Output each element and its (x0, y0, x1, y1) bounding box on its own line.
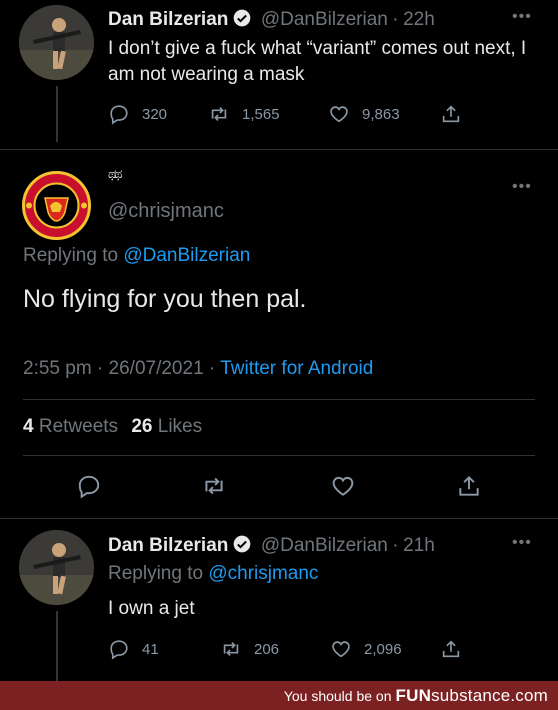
retweet-count: 1,565 (242, 105, 280, 123)
share-button[interactable] (440, 103, 462, 125)
replying-to-link[interactable]: @DanBilzerian (123, 245, 250, 266)
reply-icon (110, 105, 128, 125)
handle[interactable]: @DanBilzerian (261, 9, 388, 30)
verified-icon (234, 9, 251, 27)
tweet2-actions (0, 474, 558, 502)
replying-prefix: Replying to (23, 245, 119, 266)
retweet-button[interactable]: 1,565 (208, 103, 280, 125)
divider (0, 149, 558, 150)
like-icon (332, 641, 350, 658)
source-link[interactable]: Twitter for Android (220, 358, 373, 379)
share-icon (442, 640, 460, 658)
thread-line (56, 86, 58, 142)
retweet-button[interactable]: 206 (220, 638, 279, 660)
reply-count: 320 (142, 105, 168, 123)
avatar-dan-bilzerian[interactable] (19, 530, 94, 605)
separator: · (392, 535, 399, 556)
like-button[interactable]: 2,096 (330, 638, 402, 660)
reply-button[interactable]: 320 (108, 103, 167, 125)
like-icon (330, 106, 348, 123)
retweets-label[interactable]: Retweets (39, 416, 118, 437)
brand-tld: .com (510, 685, 548, 705)
crest-logo (22, 171, 91, 240)
reply-icon (78, 475, 100, 499)
like-count: 9,863 (362, 105, 400, 123)
tweet-time[interactable]: 22h (403, 9, 435, 30)
divider (23, 399, 535, 400)
reply-button[interactable]: 41 (108, 638, 159, 660)
replying-prefix: Replying to (108, 563, 204, 584)
avatar-chrisjmanc[interactable] (19, 168, 94, 243)
share-button[interactable] (440, 638, 462, 660)
more-icon[interactable]: ••• (512, 534, 532, 552)
tweet1-header: Dan Bilzerian @DanBilzerian · 22h (108, 8, 435, 31)
verified-icon (234, 535, 251, 553)
tweet-timestamp: 2:55 pm · 26/07/2021 · Twitter for Andro… (23, 358, 373, 380)
separator: · (392, 9, 399, 30)
tweet-time[interactable]: 21h (403, 535, 435, 556)
divider (23, 455, 535, 456)
like-icon (332, 476, 354, 496)
tweet3-header: Dan Bilzerian @DanBilzerian · 21h (108, 534, 435, 557)
thread-line (56, 611, 58, 681)
tweet-text: No flying for you then pal. (23, 285, 307, 313)
like-count: 2,096 (364, 640, 402, 658)
display-name[interactable]: Dan Bilzerian (108, 9, 228, 30)
share-button[interactable] (456, 473, 482, 503)
retweet-icon (223, 641, 239, 657)
tweet-text: I don’t give a fuck what “variant” comes… (108, 38, 527, 85)
brand-bold: FUN (395, 685, 432, 705)
handle[interactable]: @DanBilzerian (261, 535, 388, 556)
replying-to: Replying to @DanBilzerian (23, 245, 250, 267)
reply-button[interactable] (76, 473, 102, 503)
tweet1-actions: 320 1,565 9,863 (108, 101, 468, 127)
reply-icon (110, 640, 128, 660)
avatar-image (19, 530, 94, 605)
share-icon (459, 475, 479, 496)
brand-rest: substance (431, 685, 511, 705)
timestamp[interactable]: 2:55 pm · 26/07/2021 · (23, 358, 215, 379)
retweets-count[interactable]: 4 (23, 416, 34, 437)
avatar-dan-bilzerian[interactable] (19, 5, 94, 80)
tweet-text: I own a jet (108, 598, 195, 619)
display-name[interactable]: ಥ ಥ (108, 166, 123, 182)
like-button[interactable]: 9,863 (328, 103, 400, 125)
like-button[interactable] (330, 473, 356, 503)
more-icon[interactable]: ••• (512, 8, 532, 26)
likes-label[interactable]: Likes (158, 416, 202, 437)
replying-to-link[interactable]: @chrisjmanc (208, 563, 318, 584)
avatar-image (19, 5, 94, 80)
engagement-stats: 4 Retweets 26 Likes (23, 416, 202, 438)
retweet-icon (211, 106, 227, 122)
watermark-brand: FUNsubstance.com (396, 686, 548, 706)
watermark-bar: You should be on FUNsubstance.com (0, 681, 558, 710)
divider (0, 518, 558, 519)
replying-to: Replying to @chrisjmanc (108, 563, 318, 585)
display-name[interactable]: Dan Bilzerian (108, 535, 228, 556)
reply-count: 41 (142, 640, 159, 658)
retweet-icon (205, 477, 223, 495)
retweet-button[interactable] (201, 473, 227, 503)
watermark-tagline: You should be on (283, 687, 392, 704)
handle[interactable]: @chrisjmanc (108, 200, 224, 223)
more-icon[interactable]: ••• (512, 178, 532, 196)
likes-count[interactable]: 26 (131, 416, 152, 437)
retweet-count: 206 (254, 640, 280, 658)
tweet3-actions: 41 206 2,096 (108, 636, 468, 662)
share-icon (442, 105, 460, 123)
